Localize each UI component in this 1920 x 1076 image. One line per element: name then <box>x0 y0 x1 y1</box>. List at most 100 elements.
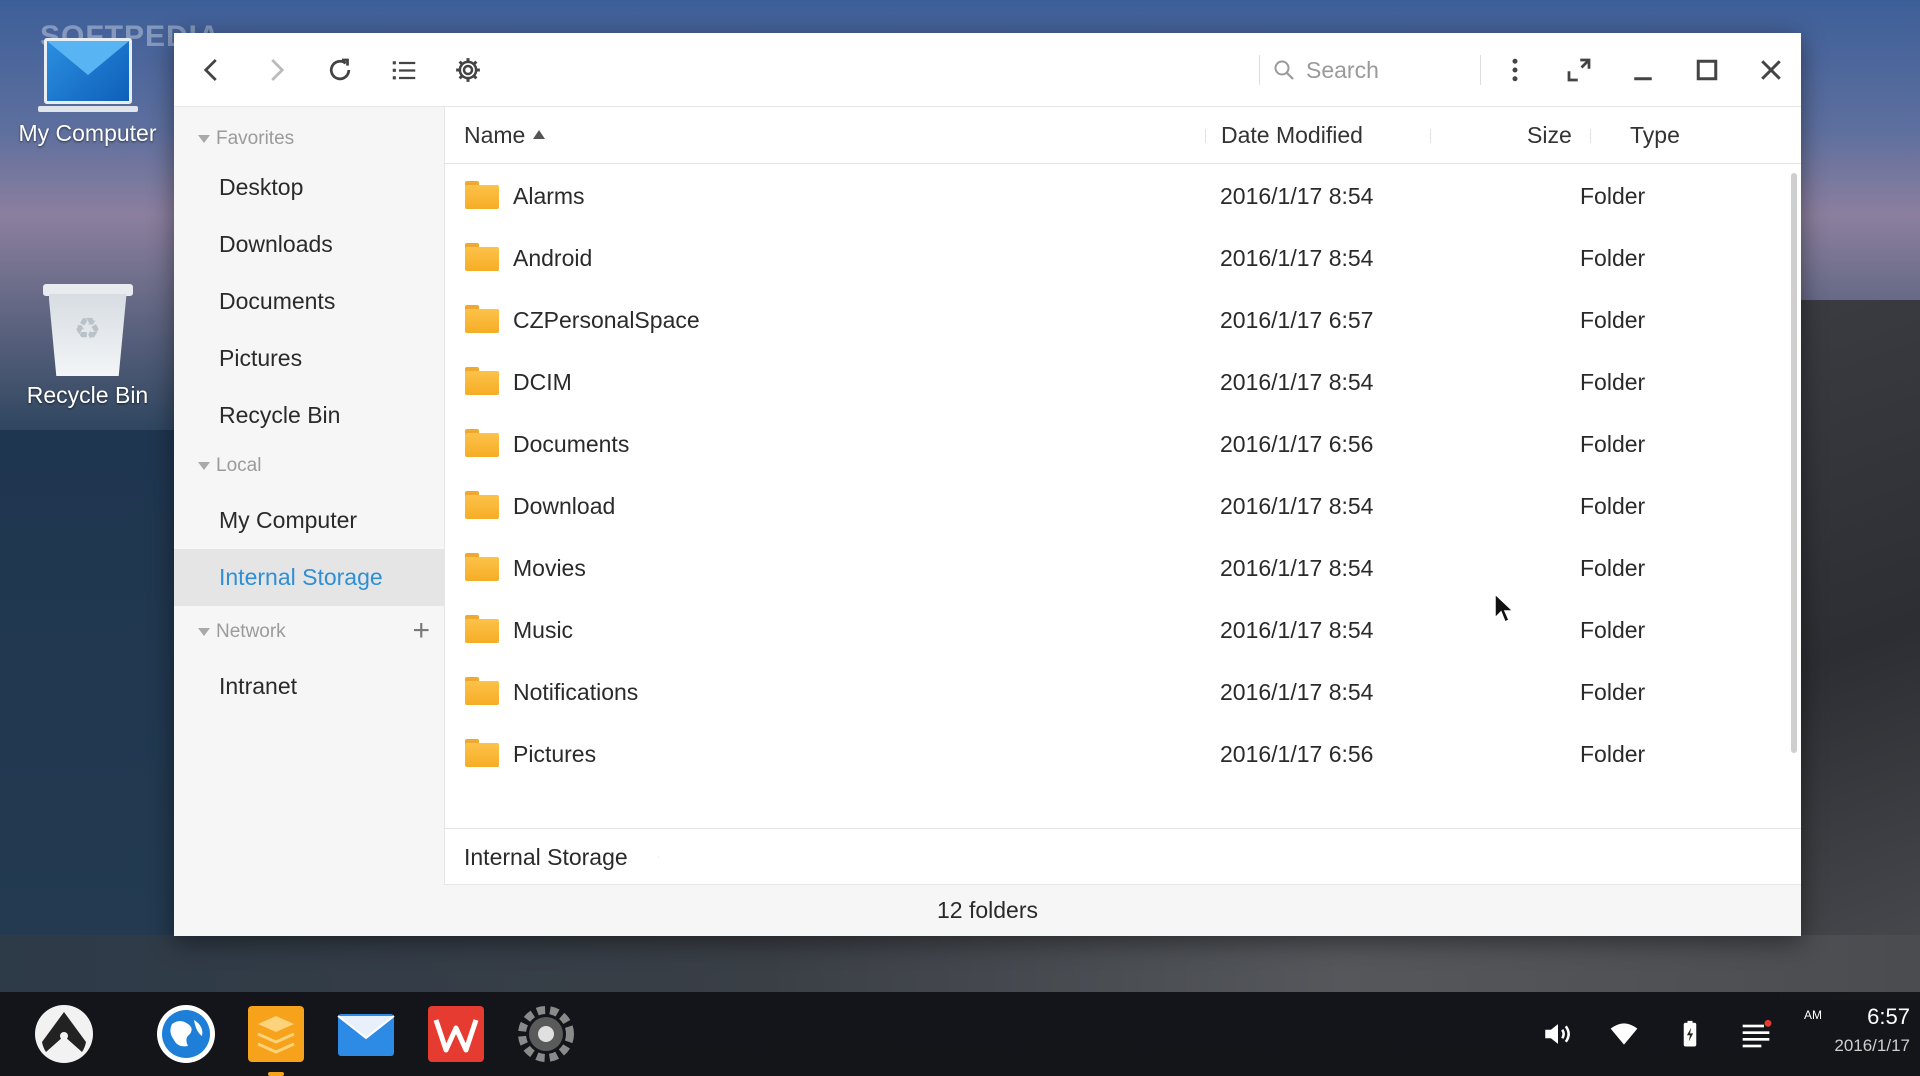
column-header-row: Name Date Modified Size Type <box>445 107 1801 164</box>
column-header-name[interactable]: Name <box>464 122 546 149</box>
sidebar-item-downloads[interactable]: Downloads <box>174 216 444 273</box>
toolbar-divider <box>1259 55 1260 85</box>
table-row[interactable]: Movies 2016/1/17 8:54 Folder <box>445 537 1785 599</box>
sidebar-section-network[interactable]: Network + <box>174 612 444 652</box>
folder-icon <box>465 429 499 457</box>
search-box[interactable] <box>1272 49 1472 91</box>
sidebar-item-desktop[interactable]: Desktop <box>174 159 444 216</box>
fullscreen-button[interactable] <box>1555 46 1603 94</box>
column-header-label: Name <box>464 122 526 148</box>
desktop-background-shadow <box>0 430 175 940</box>
sidebar: Favorites Desktop Downloads Documents Pi… <box>174 107 445 936</box>
sidebar-item-my-computer[interactable]: My Computer <box>174 492 444 549</box>
close-button[interactable] <box>1747 46 1795 94</box>
file-date-modified: 2016/1/17 8:54 <box>1220 493 1374 519</box>
table-row[interactable]: Download 2016/1/17 8:54 Folder <box>445 475 1785 537</box>
battery-button[interactable] <box>1670 1014 1710 1054</box>
folder-icon <box>465 305 499 333</box>
taskbar-app-file-manager[interactable] <box>244 1002 308 1076</box>
minimize-icon <box>1634 77 1652 81</box>
vertical-scrollbar[interactable] <box>1791 173 1797 753</box>
desktop-background-rocks <box>1780 300 1920 1000</box>
table-row[interactable]: Alarms 2016/1/17 8:54 Folder <box>445 165 1785 227</box>
folder-icon <box>465 677 499 705</box>
sidebar-item-pictures[interactable]: Pictures <box>174 330 444 387</box>
chevron-left-icon <box>203 59 217 81</box>
sidebar-item-internal-storage[interactable]: Internal Storage <box>174 549 444 606</box>
table-row[interactable]: Music 2016/1/17 8:54 Folder <box>445 599 1785 661</box>
start-menu-button[interactable] <box>32 1002 96 1066</box>
mouse-cursor-icon <box>1494 592 1515 624</box>
desktop-icon-recycle-bin[interactable]: ♻ Recycle Bin <box>0 284 175 409</box>
active-app-indicator <box>268 1072 284 1076</box>
clock[interactable]: AM 6:57 2016/1/17 <box>1800 1002 1910 1056</box>
collapse-triangle-icon <box>198 628 210 636</box>
column-header-type[interactable]: Type <box>1630 122 1680 149</box>
list-view-icon <box>392 61 416 80</box>
taskbar-app-office[interactable] <box>424 1002 488 1066</box>
file-name: CZPersonalSpace <box>513 307 700 333</box>
status-text: 12 folders <box>936 897 1038 923</box>
more-options-button[interactable] <box>1491 46 1539 94</box>
breadcrumb-item-current[interactable]: Internal Storage <box>445 829 659 885</box>
minimize-button[interactable] <box>1619 46 1667 94</box>
wifi-button[interactable] <box>1604 1014 1644 1054</box>
gear-icon <box>456 58 480 82</box>
search-icon <box>1274 60 1294 80</box>
sidebar-item-intranet[interactable]: Intranet <box>174 658 444 715</box>
desktop-icon-label: Recycle Bin <box>26 382 149 408</box>
file-list: Alarms 2016/1/17 8:54 Folder Android 2016/1/… <box>445 165 1785 777</box>
settings-button[interactable] <box>444 46 492 94</box>
sidebar-section-label: Network <box>216 621 286 642</box>
notifications-button[interactable] <box>1736 1014 1776 1054</box>
wps-office-icon <box>428 1006 484 1062</box>
search-input[interactable] <box>1306 56 1466 84</box>
add-network-button[interactable]: + <box>412 616 430 646</box>
collapse-triangle-icon <box>198 135 210 143</box>
maximize-button[interactable] <box>1683 46 1731 94</box>
refresh-button[interactable] <box>316 46 364 94</box>
table-row[interactable]: CZPersonalSpace 2016/1/17 6:57 Folder <box>445 289 1785 351</box>
toolbar-divider <box>1480 55 1481 85</box>
folder-icon <box>465 181 499 209</box>
desktop-icon-my-computer[interactable]: My Computer <box>0 34 175 147</box>
table-row[interactable]: Pictures 2016/1/17 6:56 Folder <box>445 723 1785 777</box>
file-type: Folder <box>1580 493 1646 519</box>
file-type: Folder <box>1580 431 1646 457</box>
globe-icon <box>157 1005 215 1063</box>
forward-button[interactable] <box>252 46 300 94</box>
column-divider[interactable] <box>1430 129 1431 143</box>
refresh-icon <box>329 58 351 81</box>
taskbar-app-email[interactable] <box>334 1002 398 1066</box>
monitor-icon <box>37 34 138 114</box>
column-divider[interactable] <box>1205 129 1206 143</box>
table-row[interactable]: Documents 2016/1/17 6:56 Folder <box>445 413 1785 475</box>
status-bar: 12 folders <box>174 885 1801 936</box>
file-type: Folder <box>1580 617 1646 643</box>
wifi-icon <box>1610 1023 1638 1045</box>
taskbar-app-settings[interactable] <box>514 1002 578 1066</box>
column-header-date[interactable]: Date Modified <box>1221 122 1363 149</box>
file-date-modified: 2016/1/17 8:54 <box>1220 617 1374 643</box>
column-header-size[interactable]: Size <box>1527 122 1572 149</box>
table-row[interactable]: DCIM 2016/1/17 8:54 Folder <box>445 351 1785 413</box>
volume-button[interactable] <box>1538 1014 1578 1054</box>
file-date-modified: 2016/1/17 6:57 <box>1220 307 1374 333</box>
view-mode-button[interactable] <box>380 46 428 94</box>
back-button[interactable] <box>188 46 236 94</box>
file-name: Music <box>513 617 574 643</box>
folder-icon <box>465 491 499 519</box>
file-type: Folder <box>1580 369 1646 395</box>
table-row[interactable]: Notifications 2016/1/17 8:54 Folder <box>445 661 1785 723</box>
sidebar-item-recycle-bin[interactable]: Recycle Bin <box>174 387 444 444</box>
table-row[interactable]: Android 2016/1/17 8:54 Folder <box>445 227 1785 289</box>
file-name: Download <box>513 493 616 519</box>
sidebar-section-favorites[interactable]: Favorites <box>174 119 444 159</box>
sidebar-section-local[interactable]: Local <box>174 446 444 486</box>
notifications-icon <box>1742 1019 1772 1048</box>
file-type: Folder <box>1580 679 1646 705</box>
sidebar-item-documents[interactable]: Documents <box>174 273 444 330</box>
column-divider[interactable] <box>1590 129 1591 143</box>
settings-gear-icon <box>518 1006 574 1062</box>
taskbar-app-browser[interactable] <box>154 1002 218 1066</box>
